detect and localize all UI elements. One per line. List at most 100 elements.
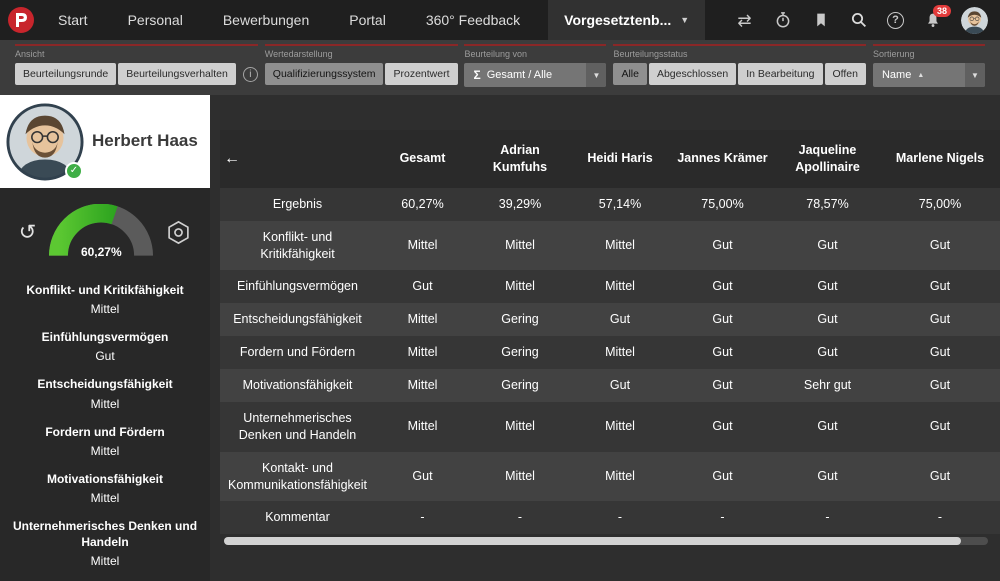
table-cell: 78,57% bbox=[806, 196, 849, 211]
btn-status-alle[interactable]: Alle bbox=[613, 63, 647, 85]
profile-card: ✓ Herbert Haas bbox=[0, 95, 210, 188]
filter-label: Sortierung bbox=[872, 49, 915, 59]
navbar-icons: ⇄ ? 38 bbox=[735, 4, 988, 34]
table-cell: 39,29% bbox=[498, 196, 542, 211]
table-cell: Mittel bbox=[505, 238, 535, 253]
nav-item-360-feedback[interactable]: 360° Feedback bbox=[426, 12, 520, 28]
table-cell: Gut bbox=[412, 279, 433, 294]
table-cell: 57,14% bbox=[598, 196, 642, 211]
table-cell: Mittel bbox=[605, 345, 635, 360]
table-cell: Mittel bbox=[605, 279, 635, 294]
row-label: Fordern und Fördern bbox=[239, 345, 356, 360]
competency-value: Mittel bbox=[90, 490, 120, 505]
competency-label: Einfühlungsvermögen bbox=[41, 330, 169, 345]
timer-icon[interactable] bbox=[773, 11, 792, 30]
column-header-heidi-haris[interactable]: Heidi Haris bbox=[570, 130, 670, 188]
table-cell: Gut bbox=[929, 378, 951, 392]
btn-qualifizierungssystem[interactable]: Qualifizierungssystem bbox=[264, 63, 384, 85]
nav-item-personal[interactable]: Personal bbox=[128, 12, 183, 28]
table-cell: Mittel bbox=[407, 312, 438, 327]
table-cell: Gut bbox=[609, 312, 631, 327]
scrollbar-thumb[interactable] bbox=[224, 537, 962, 546]
beurteilung-von-dropdown[interactable]: Σ Gesamt / Alle ▼ bbox=[464, 63, 607, 87]
btn-status-in-bearbeitung[interactable]: In Bearbeitung bbox=[738, 63, 823, 85]
filter-group-wertedarstellung: Wertedarstellung Qualifizierungssystem P… bbox=[264, 44, 458, 95]
competency-label: Unternehmerisches Denken und Handeln bbox=[12, 518, 198, 550]
table-cell: Mittel bbox=[407, 378, 438, 392]
table-cell: Mittel bbox=[407, 419, 438, 434]
table-cell: Gut bbox=[817, 419, 838, 434]
column-header-marlene-nigels[interactable]: Marlene Nigels bbox=[880, 130, 1000, 188]
table-cell: Gut bbox=[929, 469, 951, 484]
table-cell: Gut bbox=[929, 279, 951, 294]
nav-item-portal[interactable]: Portal bbox=[349, 12, 386, 28]
table-row: Kontakt- und Kommunikationsfähigkeit Gut M… bbox=[220, 451, 1000, 502]
competency-item: Einfühlungsvermögen Gut bbox=[8, 329, 202, 363]
column-header-adrian-kumfuhs[interactable]: Adrian Kumfuhs bbox=[470, 130, 570, 188]
competency-item: Motivationsfähigkeit Mittel bbox=[8, 471, 202, 505]
table-cell: 75,00% bbox=[701, 196, 744, 211]
app-logo[interactable] bbox=[8, 7, 34, 33]
assessment-table: ← Gesamt Adrian Kumfuhs Heidi Haris Jannes K… bbox=[220, 130, 1000, 535]
check-icon: ✓ bbox=[69, 165, 79, 176]
btn-beurteilungsverhalten[interactable]: Beurteilungsverhalten bbox=[118, 63, 236, 85]
table-cell: Mittel bbox=[505, 279, 535, 294]
reset-icon[interactable]: ↺ bbox=[19, 222, 37, 243]
table-row: Ergebnis 60,27% 39,29% 57,14% 75,00% 78,57% 75… bbox=[220, 187, 1000, 221]
row-label: Einfühlungsvermögen bbox=[237, 279, 358, 294]
nav-item-start[interactable]: Start bbox=[58, 12, 88, 28]
btn-prozentwert[interactable]: Prozentwert bbox=[385, 63, 458, 85]
sortierung-dropdown[interactable]: Name ▲ ▼ bbox=[872, 63, 985, 87]
sigma-icon: Σ bbox=[473, 68, 481, 82]
btn-status-abgeschlossen[interactable]: Abgeschlossen bbox=[648, 63, 737, 85]
filter-group-beurteilung-von: Beurteilung von Σ Gesamt / Alle ▼ bbox=[464, 44, 607, 95]
table-cell: Gut bbox=[817, 279, 838, 294]
column-header-gesamt[interactable]: Gesamt bbox=[375, 130, 470, 188]
table-cell: Mittel bbox=[505, 419, 535, 434]
help-icon[interactable]: ? bbox=[887, 11, 904, 29]
competency-item: Konflikt- und Kritikfähigkeit Mittel bbox=[8, 282, 202, 316]
nav-item-bewerbungen[interactable]: Bewerbungen bbox=[223, 12, 309, 28]
competency-item: Unternehmerisches Denken und Handeln Mitt… bbox=[8, 518, 202, 568]
column-header-jannes-kr-mer[interactable]: Jannes Krämer bbox=[670, 130, 775, 188]
table-cell: Mittel bbox=[605, 238, 635, 253]
competency-label: Konflikt- und Kritikfähigkeit bbox=[26, 283, 184, 297]
filter-label: Beurteilungsstatus bbox=[613, 49, 688, 59]
table-row: Entscheidungsfähigkeit Mittel Gering Gut Gut… bbox=[220, 303, 1000, 337]
qualification-settings-icon[interactable] bbox=[166, 220, 191, 245]
competency-value: Mittel bbox=[90, 302, 120, 317]
transfer-icon[interactable]: ⇄ bbox=[735, 11, 754, 30]
back-button[interactable]: ← bbox=[224, 148, 240, 170]
table-cell: Gut bbox=[929, 238, 951, 253]
user-avatar[interactable] bbox=[961, 6, 988, 34]
search-icon[interactable] bbox=[849, 11, 868, 30]
table-row: Fordern und Fördern Mittel Gering Mittel Gut… bbox=[220, 336, 1000, 369]
competency-value: Mittel bbox=[90, 396, 120, 411]
score-gauge: 60,27% bbox=[49, 204, 154, 260]
table-cell: Gut bbox=[929, 419, 951, 434]
competency-label: Entscheidungsfähigkeit bbox=[37, 377, 173, 392]
dropdown-value: Gesamt / Alle bbox=[486, 69, 553, 81]
table-cell: Gut bbox=[712, 345, 733, 360]
info-icon[interactable]: i bbox=[242, 66, 258, 82]
table-row: Konflikt- und Kritikfähigkeit Mittel Mitte… bbox=[220, 220, 1000, 271]
table-cell: Gut bbox=[817, 469, 838, 484]
btn-beurteilungsrunde[interactable]: Beurteilungsrunde bbox=[15, 63, 117, 85]
chevron-down-icon: ▼ bbox=[586, 63, 607, 87]
bookmark-icon[interactable] bbox=[811, 11, 830, 30]
competency-label: Motivationsfähigkeit bbox=[46, 471, 163, 486]
competency-item: Fordern und Fördern Mittel bbox=[8, 424, 202, 458]
sort-ascending-icon: ▲ bbox=[917, 71, 925, 79]
tab-vorgesetztenbeurteilung[interactable]: Vorgesetztenb... ▼ bbox=[548, 0, 706, 40]
column-header-jaqueline-apollinaire[interactable]: Jaqueline Apollinaire bbox=[775, 130, 880, 188]
table-cell: Gut bbox=[609, 378, 631, 392]
table-cell: Mittel bbox=[505, 469, 535, 484]
table-cell: Gut bbox=[712, 279, 733, 294]
notifications-bell-icon[interactable]: 38 bbox=[923, 4, 952, 30]
btn-status-offen[interactable]: Offen bbox=[824, 63, 866, 85]
table-row: Unternehmerisches Denken und Handeln Mitt… bbox=[220, 401, 1000, 452]
table-cell: Gut bbox=[412, 469, 433, 484]
table-cell: Gut bbox=[817, 345, 838, 360]
table-cell: - bbox=[517, 510, 523, 525]
assessment-main: ← Gesamt Adrian Kumfuhs Heidi Haris Jannes K… bbox=[210, 95, 1000, 581]
